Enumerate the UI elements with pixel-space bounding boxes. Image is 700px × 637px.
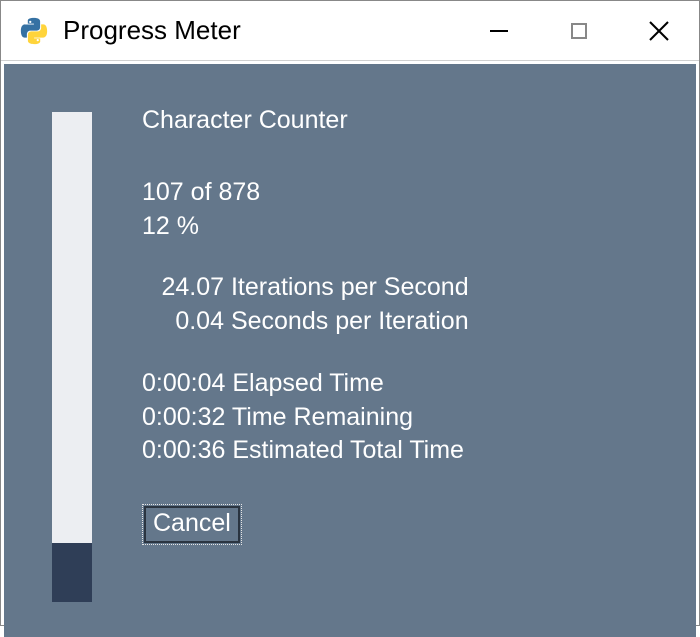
window-title: Progress Meter	[63, 15, 459, 46]
of-word: of	[191, 178, 212, 206]
titlebar: Progress Meter	[1, 1, 699, 61]
python-icon	[19, 16, 49, 46]
rate-block: 24.07 Iterations per Second 0.04 Seconds…	[142, 271, 469, 339]
window: Progress Meter Character Counter 107 of	[0, 0, 700, 626]
spi-value: 0.04	[152, 305, 224, 339]
total-line: 0:00:36 Estimated Total Time	[142, 434, 469, 468]
progress-bar	[52, 112, 92, 602]
maximize-button[interactable]	[539, 1, 619, 61]
ips-line: 24.07 Iterations per Second	[152, 271, 469, 305]
percent-value: 12	[142, 212, 170, 240]
elapsed-label: Elapsed Time	[232, 369, 383, 397]
total-count: 878	[218, 178, 260, 206]
percent-suffix: %	[177, 212, 199, 240]
remaining-label: Time Remaining	[232, 403, 413, 431]
elapsed-line: 0:00:04 Elapsed Time	[142, 367, 469, 401]
spi-line: 0.04 Seconds per Iteration	[152, 305, 469, 339]
elapsed-value: 0:00:04	[142, 369, 225, 397]
client-area: Character Counter 107 of 878 12 % 24.07 …	[4, 64, 696, 637]
total-label: Estimated Total Time	[232, 436, 464, 464]
progress-percent-line: 12 %	[142, 210, 469, 244]
time-block: 0:00:04 Elapsed Time 0:00:32 Time Remain…	[142, 367, 469, 468]
ips-label: Iterations per Second	[231, 273, 469, 301]
ips-value: 24.07	[152, 271, 224, 305]
progress-content: Character Counter 107 of 878 12 % 24.07 …	[142, 104, 469, 602]
remaining-value: 0:00:32	[142, 403, 225, 431]
window-controls	[459, 1, 699, 60]
current-count: 107	[142, 178, 184, 206]
total-value: 0:00:36	[142, 436, 225, 464]
progress-count-line: 107 of 878	[142, 176, 469, 210]
progress-title: Character Counter	[142, 104, 469, 138]
spi-label: Seconds per Iteration	[231, 307, 469, 335]
close-button[interactable]	[619, 1, 699, 61]
minimize-button[interactable]	[459, 1, 539, 61]
progress-bar-fill	[52, 543, 92, 602]
remaining-line: 0:00:32 Time Remaining	[142, 401, 469, 435]
progress-count-block: 107 of 878 12 %	[142, 176, 469, 244]
cancel-button[interactable]: Cancel	[142, 504, 242, 545]
